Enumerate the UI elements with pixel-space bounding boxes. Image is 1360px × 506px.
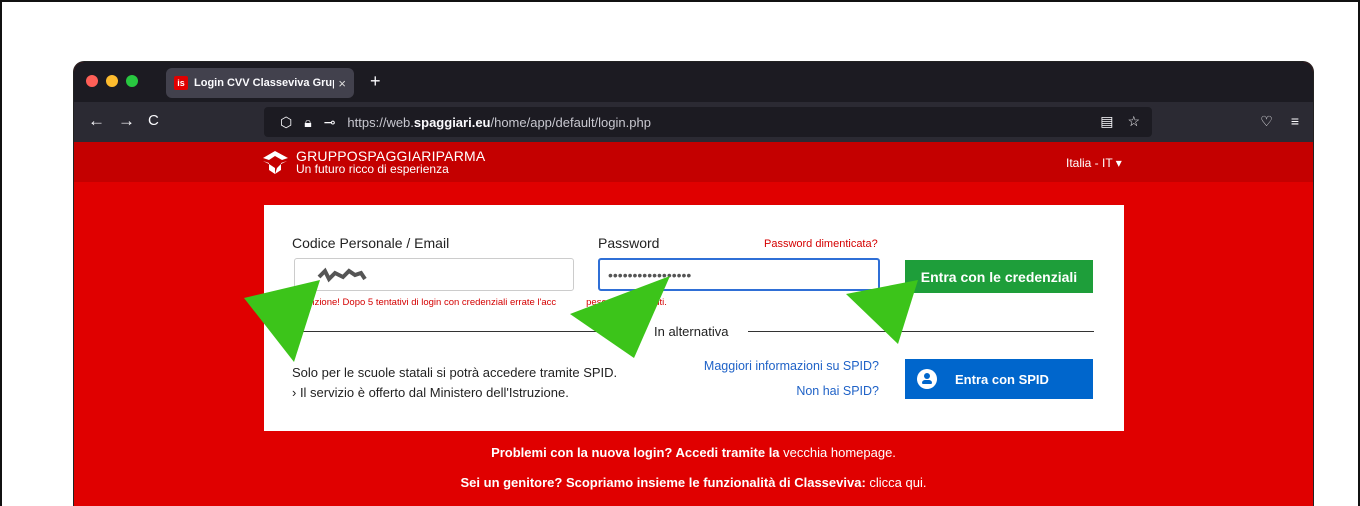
user-input[interactable] bbox=[294, 258, 574, 291]
tab-bar: is Login CVV Classeviva Gruppo S × + bbox=[74, 62, 1313, 102]
url-host: spaggiari.eu bbox=[413, 114, 491, 130]
new-tab-icon[interactable]: + bbox=[370, 71, 381, 92]
no-spid-link[interactable]: Non hai SPID? bbox=[796, 384, 879, 398]
forward-arrow-icon[interactable]: → bbox=[118, 112, 135, 130]
login-submit-button[interactable]: Entra con le credenziali bbox=[905, 260, 1093, 293]
tab-title: Login CVV Classeviva Gruppo S bbox=[194, 77, 334, 89]
pocket-icon[interactable]: ♡ bbox=[1260, 113, 1273, 130]
password-label: Password bbox=[598, 235, 660, 251]
spid-info: Solo per le scuole statali si potrà acce… bbox=[292, 363, 617, 403]
login-card: Codice Personale / Email Password Passwo… bbox=[264, 205, 1124, 431]
warning-text-start: enzione! Dopo 5 tentativi di login con c… bbox=[304, 297, 557, 308]
old-homepage-text: Problemi con la nuova login? Accedi tram… bbox=[491, 445, 780, 460]
user-icon bbox=[917, 369, 937, 389]
site-favicon-icon: is bbox=[174, 76, 188, 90]
bookmark-star-icon[interactable]: ☆ bbox=[1127, 113, 1140, 130]
maximize-window-button[interactable] bbox=[126, 75, 138, 87]
address-bar-actions: ▤ ☆ bbox=[1100, 113, 1140, 130]
spid-login-button[interactable]: Entra con SPID bbox=[905, 359, 1093, 399]
forgot-password-link[interactable]: Password dimenticata? bbox=[764, 238, 878, 250]
address-bar[interactable]: ⬡ 🔒︎ ⊸ https://web. spaggiari.eu/home/app… bbox=[264, 107, 1152, 137]
reader-view-icon[interactable]: ▤ bbox=[1100, 113, 1113, 130]
parent-info-line: Sei un genitore? Scopriamo insieme le fu… bbox=[74, 475, 1313, 490]
lock-icon[interactable]: 🔒︎ bbox=[304, 114, 311, 131]
spid-note-ministry[interactable]: › Il servizio è offerto dal Ministero de… bbox=[292, 383, 617, 403]
language-selector[interactable]: Italia - IT ▾ bbox=[1066, 156, 1122, 170]
url-path: /home/app/default/login.php bbox=[490, 114, 651, 130]
user-label: Codice Personale / Email bbox=[292, 235, 450, 251]
logo-name: GRUPPOSPAGGIARIPARMA bbox=[296, 148, 486, 164]
hamburger-menu-icon[interactable]: ≡ bbox=[1291, 113, 1299, 130]
toolbar-right: ♡ ≡ bbox=[1260, 113, 1299, 130]
site-header: GRUPPOSPAGGIARIPARMA Un futuro ricco di … bbox=[74, 142, 1313, 182]
annotation-arrow-icon bbox=[846, 280, 918, 344]
old-homepage-link[interactable]: vecchia homepage. bbox=[783, 445, 896, 460]
minimize-window-button[interactable] bbox=[106, 75, 118, 87]
parent-info-text: Sei un genitore? Scopriamo insieme le fu… bbox=[460, 475, 866, 490]
window-controls bbox=[86, 75, 138, 87]
spid-button-label: Entra con SPID bbox=[955, 371, 1049, 387]
old-homepage-line: Problemi con la nuova login? Accedi tram… bbox=[74, 445, 1313, 460]
close-window-button[interactable] bbox=[86, 75, 98, 87]
annotation-arrow-icon bbox=[570, 276, 670, 358]
shield-icon[interactable]: ⬡ bbox=[280, 114, 292, 131]
key-icon[interactable]: ⊸ bbox=[324, 114, 336, 131]
parent-info-link[interactable]: clicca qui. bbox=[869, 475, 926, 490]
spid-note-schools: Solo per le scuole statali si potrà acce… bbox=[292, 365, 618, 380]
back-arrow-icon[interactable]: ← bbox=[88, 112, 105, 130]
spid-more-info-link[interactable]: Maggiori informazioni su SPID? bbox=[704, 359, 879, 373]
navigation-bar: ← → C ⬡ 🔒︎ ⊸ https://web. spaggiari.eu/ho… bbox=[74, 102, 1313, 142]
logo-tagline: Un futuro ricco di esperienza bbox=[296, 162, 449, 176]
site-logo[interactable]: GRUPPOSPAGGIARIPARMA Un futuro ricco di … bbox=[260, 149, 485, 176]
tab-close-icon[interactable]: × bbox=[338, 76, 346, 91]
annotation-arrow-icon bbox=[244, 280, 320, 362]
browser-tab[interactable]: is Login CVV Classeviva Gruppo S × bbox=[166, 68, 354, 98]
gruppo-spaggiari-logo-icon bbox=[263, 150, 288, 174]
url-prefix: https://web. bbox=[347, 114, 414, 130]
reload-icon[interactable]: C bbox=[148, 112, 159, 130]
